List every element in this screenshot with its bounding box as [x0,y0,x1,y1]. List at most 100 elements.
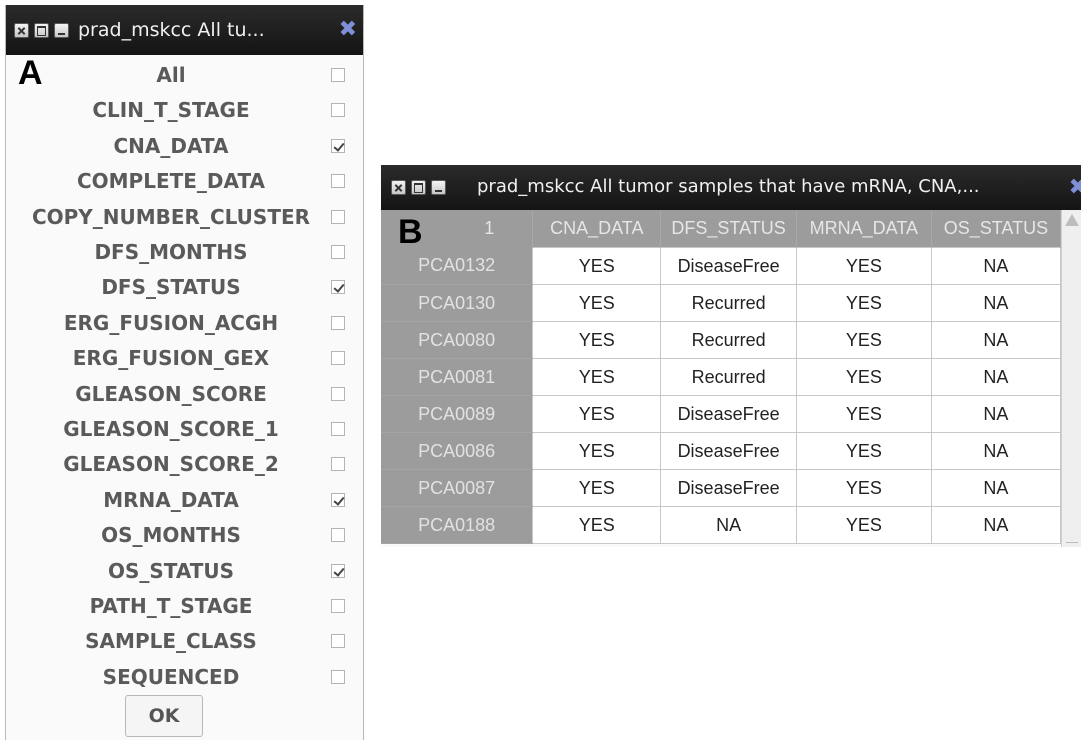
field-checkbox[interactable] [331,68,345,82]
table-cell[interactable]: DiseaseFree [660,469,797,507]
field-row[interactable]: OS_MONTHS [6,517,365,553]
table-row[interactable]: PCA0089 YES DiseaseFree YES NA [381,395,1062,433]
column-header[interactable]: DFS_STATUS [660,210,797,248]
field-checkbox[interactable] [331,528,345,543]
close-icon[interactable] [14,23,29,38]
column-header[interactable]: CNA_DATA [532,210,662,248]
row-header[interactable]: PCA0188 [381,506,533,544]
row-header[interactable]: PCA0080 [381,321,533,359]
table-cell[interactable]: DiseaseFree [660,247,797,285]
table-cell[interactable]: YES [795,469,932,507]
close-icon[interactable] [391,180,406,195]
field-checkbox[interactable] [331,457,345,472]
table-row[interactable]: PCA0132 YES DiseaseFree YES NA [381,247,1062,285]
table-cell[interactable]: NA [930,506,1062,544]
vertical-scrollbar[interactable] [1061,210,1081,547]
table-cell[interactable]: NA [930,321,1062,359]
field-row[interactable]: GLEASON_SCORE_1 [6,411,365,447]
window-b-titlebar[interactable]: prad_mskcc All tumor samples that have m… [381,165,1081,210]
table-row[interactable]: PCA0087 YES DiseaseFree YES NA [381,469,1062,507]
table-cell[interactable]: YES [795,432,932,470]
field-checkbox[interactable] [331,386,345,401]
table-cell[interactable]: YES [532,321,662,359]
table-cell[interactable]: YES [532,358,662,396]
window-a-titlebar[interactable]: prad_mskcc All tu... ✖ [6,5,363,55]
field-checkbox[interactable] [331,351,345,366]
scroll-up-icon[interactable] [1065,214,1079,226]
field-row[interactable]: SEQUENCED [6,659,365,695]
field-checkbox[interactable] [331,103,345,118]
row-header[interactable]: PCA0087 [381,469,533,507]
table-row[interactable]: PCA0086 YES DiseaseFree YES NA [381,432,1062,470]
field-row[interactable]: OS_STATUS [6,553,365,589]
table-cell[interactable]: NA [930,395,1062,433]
table-cell[interactable]: YES [795,247,932,285]
table-row[interactable]: PCA0130 YES Recurred YES NA [381,284,1062,322]
table-row[interactable]: PCA0081 YES Recurred YES NA [381,358,1062,396]
field-row[interactable]: CNA_DATA [6,128,365,164]
table-cell[interactable]: Recurred [660,284,797,322]
field-row[interactable]: All [6,57,365,93]
table-cell[interactable]: YES [532,432,662,470]
field-checkbox[interactable] [331,563,345,578]
table-cell[interactable]: YES [795,284,932,322]
scroll-thumb[interactable] [1066,542,1078,543]
table-cell[interactable]: Recurred [660,358,797,396]
field-checkbox[interactable] [331,315,345,330]
table-cell[interactable]: YES [795,358,932,396]
field-checkbox[interactable] [331,669,345,684]
table-cell[interactable]: NA [660,506,797,544]
field-checkbox[interactable] [331,634,345,649]
maximize-icon[interactable] [411,180,426,195]
row-header[interactable]: PCA0132 [381,247,533,285]
field-row[interactable]: COMPLETE_DATA [6,163,365,199]
column-header[interactable]: MRNA_DATA [796,210,932,248]
field-row[interactable]: DFS_STATUS [6,269,365,305]
field-checkbox[interactable] [331,280,345,295]
ok-button[interactable]: OK [125,695,203,737]
field-checkbox[interactable] [331,422,345,436]
table-cell[interactable]: Recurred [660,321,797,359]
table-cell[interactable]: NA [930,247,1062,285]
field-row[interactable]: ERG_FUSION_GEX [6,340,365,376]
table-cell[interactable]: YES [532,247,662,285]
table-cell[interactable]: YES [795,321,932,359]
field-row[interactable]: DFS_MONTHS [6,234,365,270]
field-checkbox[interactable] [331,138,345,153]
field-checkbox[interactable] [331,209,345,224]
column-header[interactable]: OS_STATUS [931,210,1062,248]
field-checkbox[interactable] [331,245,345,259]
table-cell[interactable]: YES [795,395,932,433]
field-checkbox[interactable] [331,174,345,189]
field-row[interactable]: COPY_NUMBER_CLUSTER [6,199,365,235]
table-cell[interactable]: YES [532,395,662,433]
field-row[interactable]: MRNA_DATA [6,482,365,518]
table-cell[interactable]: YES [532,469,662,507]
row-header[interactable]: PCA0081 [381,358,533,396]
field-row[interactable]: PATH_T_STAGE [6,588,365,624]
table-cell[interactable]: YES [532,506,662,544]
minimize-icon[interactable] [431,180,446,195]
field-checkbox[interactable] [331,492,345,507]
table-cell[interactable]: NA [930,358,1062,396]
row-header[interactable]: PCA0089 [381,395,533,433]
row-header[interactable]: PCA0086 [381,432,533,470]
field-row[interactable]: SAMPLE_CLASS [6,623,365,659]
field-row[interactable]: CLIN_T_STAGE [6,92,365,128]
table-cell[interactable]: NA [930,284,1062,322]
maximize-icon[interactable] [34,23,49,38]
field-checkbox[interactable] [331,599,345,613]
field-row[interactable]: GLEASON_SCORE [6,376,365,412]
table-row[interactable]: PCA0188 YES NA YES NA [381,506,1062,544]
table-cell[interactable]: NA [930,432,1062,470]
table-cell[interactable]: YES [532,284,662,322]
table-cell[interactable]: DiseaseFree [660,432,797,470]
field-row[interactable]: ERG_FUSION_ACGH [6,305,365,341]
table-cell[interactable]: YES [795,506,932,544]
table-cell[interactable]: NA [930,469,1062,507]
field-row[interactable]: GLEASON_SCORE_2 [6,446,365,482]
row-header[interactable]: PCA0130 [381,284,533,322]
table-row[interactable]: PCA0080 YES Recurred YES NA [381,321,1062,359]
minimize-icon[interactable] [54,23,69,38]
table-cell[interactable]: DiseaseFree [660,395,797,433]
